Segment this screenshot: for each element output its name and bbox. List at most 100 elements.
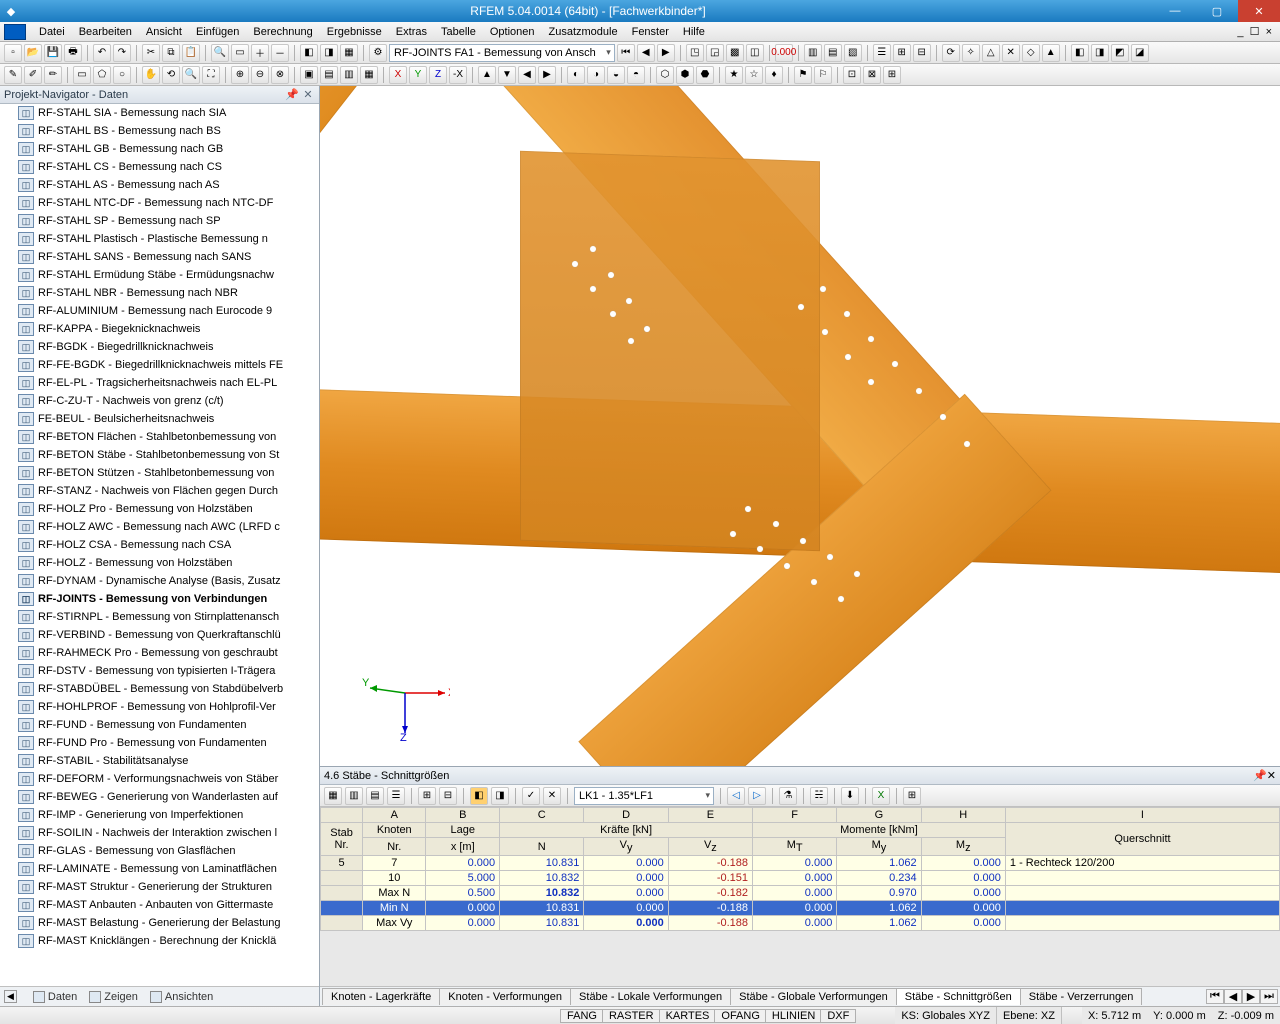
- tree-item[interactable]: ◫RF-FE-BGDK - Biegedrillknicknachweis mi…: [0, 356, 319, 374]
- view2-icon[interactable]: ◨: [320, 44, 338, 62]
- 3d-viewport[interactable]: X Y Z: [320, 86, 1280, 766]
- tree-item[interactable]: ◫RF-STABIL - Stabilitätsanalyse: [0, 752, 319, 770]
- tree-item[interactable]: ◫RF-STAHL CS - Bemessung nach CS: [0, 158, 319, 176]
- t14-icon[interactable]: ◨: [1091, 44, 1109, 62]
- cut-icon[interactable]: ✂: [142, 44, 160, 62]
- tt6-icon[interactable]: ⊟: [439, 787, 457, 805]
- maximize-button[interactable]: ▢: [1196, 0, 1238, 22]
- tt9-icon[interactable]: ✓: [522, 787, 540, 805]
- result-tab[interactable]: Stäbe - Globale Verformungen: [730, 988, 897, 1005]
- tree-item[interactable]: ◫RF-DSTV - Bemessung von typisierten I-T…: [0, 662, 319, 680]
- axis-x-icon[interactable]: X: [389, 66, 407, 84]
- e4-icon[interactable]: ▶: [538, 66, 556, 84]
- nav-tab-ansichten[interactable]: Ansichten: [150, 991, 213, 1003]
- t9-icon[interactable]: △: [982, 44, 1000, 62]
- save-icon[interactable]: 💾: [44, 44, 62, 62]
- t3-icon[interactable]: ▧: [844, 44, 862, 62]
- filter-icon[interactable]: ⚗: [779, 787, 797, 805]
- tree-item[interactable]: ◫RF-DYNAM - Dynamische Analyse (Basis, Z…: [0, 572, 319, 590]
- tree-item[interactable]: ◫RF-FUND Pro - Bemessung von Fundamenten: [0, 734, 319, 752]
- tree-item[interactable]: ◫RF-STABDÜBEL - Bemessung von Stabdübelv…: [0, 680, 319, 698]
- e18-icon[interactable]: ⊠: [863, 66, 881, 84]
- tree-item[interactable]: ◫RF-MAST Anbauten - Anbauten von Gitterm…: [0, 896, 319, 914]
- tree-item[interactable]: ◫RF-LAMINATE - Bemessung von Laminatfläc…: [0, 860, 319, 878]
- minimize-button[interactable]: —: [1154, 0, 1196, 22]
- tree-item[interactable]: ◫RF-BETON Flächen - Stahlbetonbemessung …: [0, 428, 319, 446]
- tt1-icon[interactable]: ▦: [324, 787, 342, 805]
- r2-c-icon[interactable]: ✏: [44, 66, 62, 84]
- r2-b-icon[interactable]: ✐: [24, 66, 42, 84]
- pan-icon[interactable]: ✋: [142, 66, 160, 84]
- axis-neg-icon[interactable]: -X: [449, 66, 467, 84]
- tree-item[interactable]: ◫RF-BEWEG - Generierung von Wanderlasten…: [0, 788, 319, 806]
- e11-icon[interactable]: ⬣: [696, 66, 714, 84]
- tree-item[interactable]: ◫RF-STAHL Plastisch - Plastische Bemessu…: [0, 230, 319, 248]
- tt11-icon[interactable]: ☵: [810, 787, 828, 805]
- status-toggle-hlinien[interactable]: HLINIEN: [765, 1009, 822, 1023]
- t7-icon[interactable]: ⟳: [942, 44, 960, 62]
- menu-hilfe[interactable]: Hilfe: [676, 24, 712, 40]
- num-icon[interactable]: 0.000: [775, 44, 793, 62]
- tt7-icon[interactable]: ◧: [470, 787, 488, 805]
- render2-icon[interactable]: ◲: [706, 44, 724, 62]
- pin-icon[interactable]: 📌: [285, 88, 299, 101]
- tabnav-icon[interactable]: ◀: [1224, 989, 1242, 1004]
- e17-icon[interactable]: ⊡: [843, 66, 861, 84]
- d2-icon[interactable]: ⊖: [251, 66, 269, 84]
- tree-item[interactable]: ◫RF-HOLZ AWC - Bemessung nach AWC (LRFD …: [0, 518, 319, 536]
- result-tab[interactable]: Stäbe - Schnittgrößen: [896, 988, 1021, 1005]
- close-pane-icon[interactable]: ✕: [1267, 769, 1276, 782]
- menu-einfügen[interactable]: Einfügen: [189, 24, 246, 40]
- r2-a-icon[interactable]: ✎: [4, 66, 22, 84]
- tree-item[interactable]: ◫RF-RAHMECK Pro - Bemessung von geschrau…: [0, 644, 319, 662]
- print-icon[interactable]: 🖶: [64, 44, 82, 62]
- e2-icon[interactable]: ▼: [498, 66, 516, 84]
- tree-item[interactable]: ◫RF-FUND - Bemessung von Fundamenten: [0, 716, 319, 734]
- t2-icon[interactable]: ▤: [824, 44, 842, 62]
- tree-item[interactable]: ◫RF-HOLZ Pro - Bemessung von Holzstäben: [0, 500, 319, 518]
- menu-extras[interactable]: Extras: [389, 24, 434, 40]
- status-toggle-dxf[interactable]: DXF: [820, 1009, 856, 1023]
- tree-item[interactable]: ◫RF-STAHL AS - Bemessung nach AS: [0, 176, 319, 194]
- tree-item[interactable]: ◫RF-KAPPA - Biegeknicknachweis: [0, 320, 319, 338]
- tree-item[interactable]: ◫RF-HOLZ CSA - Bemessung nach CSA: [0, 536, 319, 554]
- e13-icon[interactable]: ☆: [745, 66, 763, 84]
- find-icon[interactable]: 🔍: [211, 44, 229, 62]
- nav-first-icon[interactable]: ⏮: [617, 44, 635, 62]
- tree-item[interactable]: ◫RF-MAST Struktur - Generierung der Stru…: [0, 878, 319, 896]
- menu-bearbeiten[interactable]: Bearbeiten: [72, 24, 139, 40]
- e16-icon[interactable]: ⚐: [814, 66, 832, 84]
- tt2-icon[interactable]: ▥: [345, 787, 363, 805]
- menu-zusatzmodule[interactable]: Zusatzmodule: [542, 24, 625, 40]
- t1-icon[interactable]: ▥: [804, 44, 822, 62]
- result-tab[interactable]: Stäbe - Lokale Verformungen: [570, 988, 731, 1005]
- tree-item[interactable]: ◫RF-JOINTS - Bemessung von Verbindungen: [0, 590, 319, 608]
- d3-icon[interactable]: ⊗: [271, 66, 289, 84]
- tabnav-icon[interactable]: ⏭: [1260, 989, 1278, 1004]
- nav-prev-icon[interactable]: ◀: [637, 44, 655, 62]
- export-icon[interactable]: ⬇: [841, 787, 859, 805]
- e15-icon[interactable]: ⚑: [794, 66, 812, 84]
- view1-icon[interactable]: ◧: [300, 44, 318, 62]
- tabnav-icon[interactable]: ⏮: [1206, 989, 1224, 1004]
- tt5-icon[interactable]: ⊞: [418, 787, 436, 805]
- status-toggle-kartes[interactable]: KARTES: [659, 1009, 717, 1023]
- t12-icon[interactable]: ▲: [1042, 44, 1060, 62]
- menu-tabelle[interactable]: Tabelle: [434, 24, 483, 40]
- zoomin-icon[interactable]: ＋: [251, 44, 269, 62]
- d4-icon[interactable]: ▣: [300, 66, 318, 84]
- tree-item[interactable]: ◫RF-BETON Stützen - Stahlbetonbemessung …: [0, 464, 319, 482]
- loadcase-combo[interactable]: LK1 - 1.35*LF1: [574, 787, 714, 805]
- tree-item[interactable]: ◫FE-BEUL - Beulsicherheitsnachweis: [0, 410, 319, 428]
- render1-icon[interactable]: ◳: [686, 44, 704, 62]
- e19-icon[interactable]: ⊞: [883, 66, 901, 84]
- tree-item[interactable]: ◫RF-STAHL NTC-DF - Bemessung nach NTC-DF: [0, 194, 319, 212]
- e12-icon[interactable]: ★: [725, 66, 743, 84]
- redo-icon[interactable]: ↷: [113, 44, 131, 62]
- status-toggle-raster[interactable]: RASTER: [602, 1009, 661, 1023]
- tree-item[interactable]: ◫RF-IMP - Generierung von Imperfektionen: [0, 806, 319, 824]
- results-grid[interactable]: ABCDEFGHIStabNr.KnotenLageKräfte [kN]Mom…: [320, 807, 1280, 986]
- tree-item[interactable]: ◫RF-HOLZ - Bemessung von Holzstäben: [0, 554, 319, 572]
- excel-icon[interactable]: X: [872, 787, 890, 805]
- tree-item[interactable]: ◫RF-STANZ - Nachweis von Flächen gegen D…: [0, 482, 319, 500]
